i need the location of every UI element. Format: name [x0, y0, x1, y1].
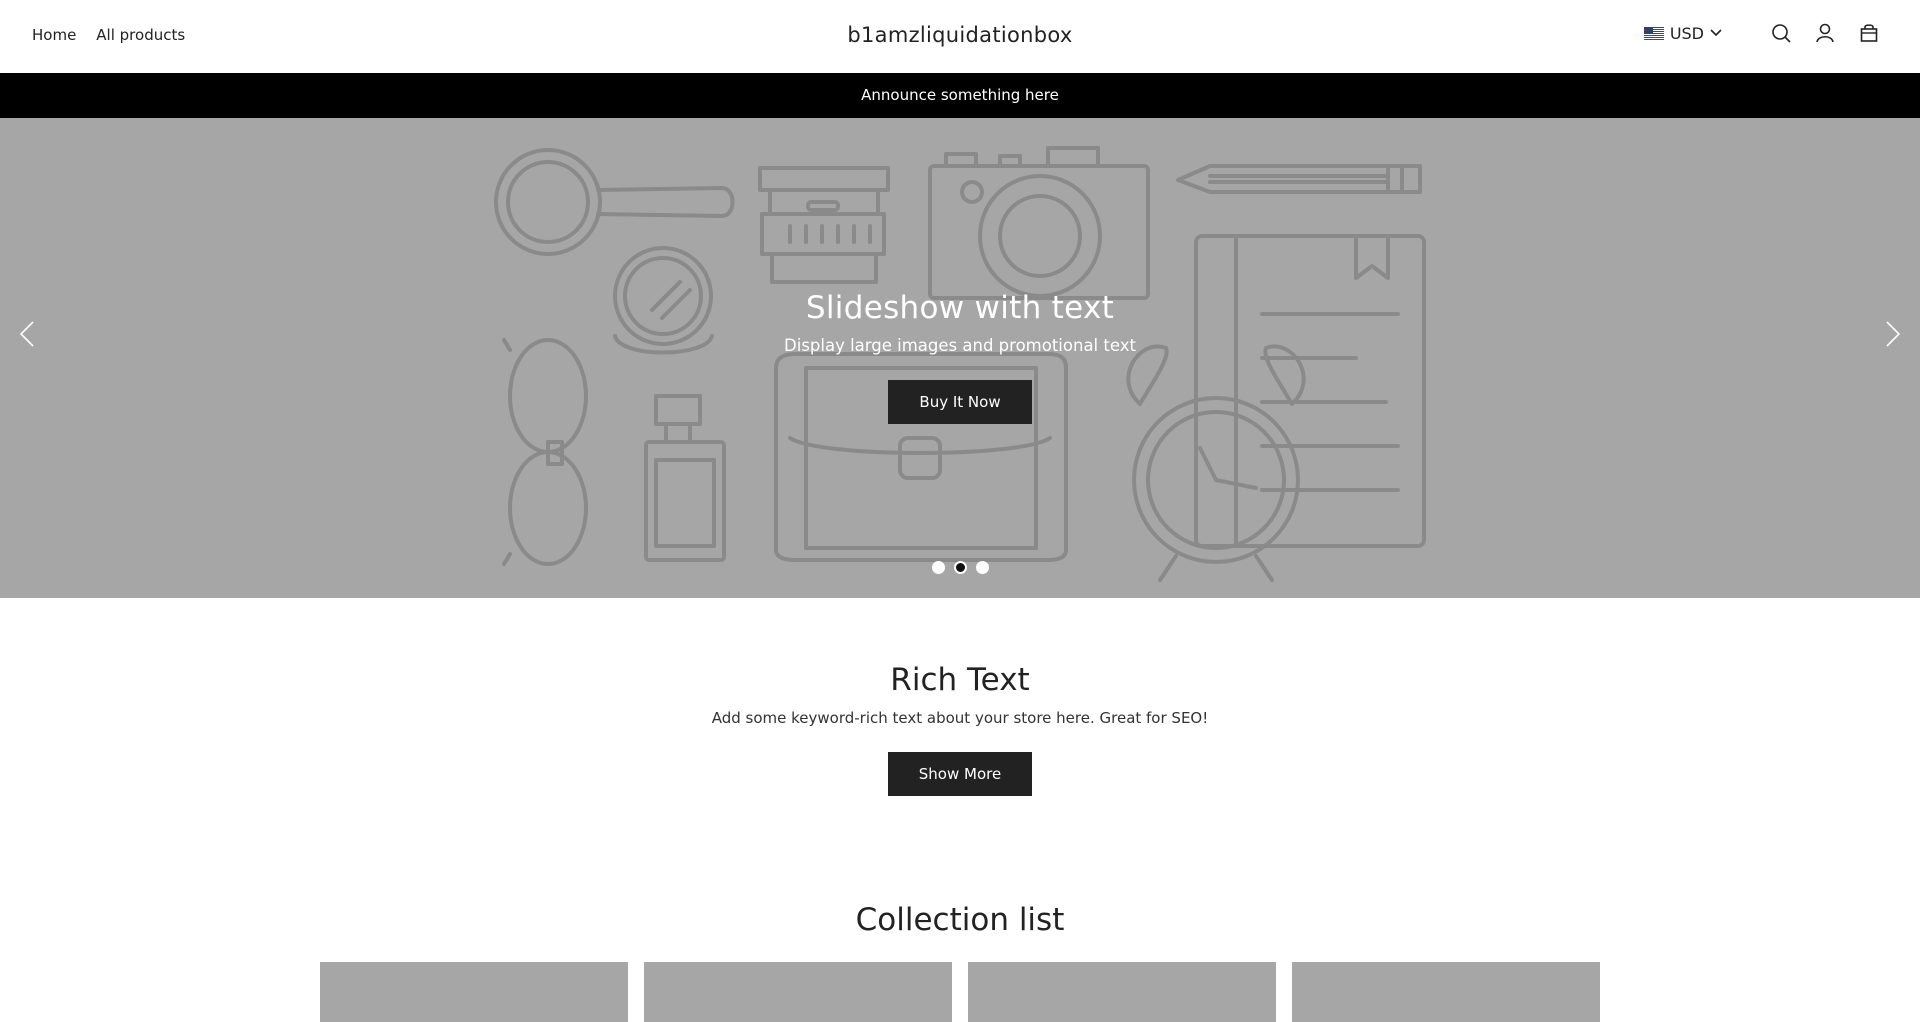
currency-code: USD: [1669, 23, 1704, 43]
slide-dot-2[interactable]: [953, 561, 967, 574]
us-flag-icon: [1643, 26, 1664, 40]
rich-text-title: Rich Text: [890, 662, 1030, 698]
slide-dot-3[interactable]: [975, 561, 989, 574]
chevron-down-icon: [1710, 29, 1722, 37]
collection-card[interactable]: [320, 962, 628, 1022]
search-icon[interactable]: [1770, 22, 1792, 44]
slide-content: Slideshow with text Display large images…: [0, 288, 1920, 424]
collection-card[interactable]: [968, 962, 1276, 1022]
store-logo-wrap: b1amzliquidationbox: [0, 20, 1920, 50]
main-nav: Home All products: [32, 24, 185, 46]
site-header: Home All products b1amzliquidationbox US…: [0, 0, 1920, 73]
slide-subtitle: Display large images and promotional tex…: [784, 336, 1136, 355]
collection-card[interactable]: [1292, 962, 1600, 1022]
rich-text-section: Rich Text Add some keyword-rich text abo…: [0, 660, 1920, 796]
slide-pagination: [0, 561, 1920, 574]
announcement-text: Announce something here: [861, 86, 1059, 104]
rich-text-body: Add some keyword-rich text about your st…: [711, 709, 1209, 727]
cart-icon[interactable]: [1858, 22, 1880, 44]
slide-title: Slideshow with text: [805, 290, 1115, 326]
chevron-right-icon: [1886, 321, 1901, 347]
chevron-left-icon: [19, 321, 34, 347]
announcement-bar: Announce something here: [0, 73, 1920, 118]
show-more-button[interactable]: Show More: [888, 752, 1032, 796]
slide-next-button[interactable]: [1878, 316, 1908, 352]
slide-prev-button[interactable]: [12, 316, 42, 352]
account-icon[interactable]: [1814, 22, 1836, 44]
buy-it-now-button[interactable]: Buy It Now: [888, 380, 1032, 424]
slideshow: Slideshow with text Display large images…: [0, 118, 1920, 598]
store-logo[interactable]: b1amzliquidationbox: [847, 23, 1072, 47]
collection-list-title: Collection list: [855, 902, 1065, 938]
currency-selector[interactable]: USD: [1643, 23, 1722, 43]
collection-grid: [320, 962, 1600, 1022]
nav-link-home[interactable]: Home: [32, 24, 76, 46]
collection-card[interactable]: [644, 962, 952, 1022]
header-actions: USD: [1643, 22, 1880, 44]
nav-link-all-products[interactable]: All products: [96, 24, 185, 46]
slide-dot-1[interactable]: [931, 561, 945, 574]
